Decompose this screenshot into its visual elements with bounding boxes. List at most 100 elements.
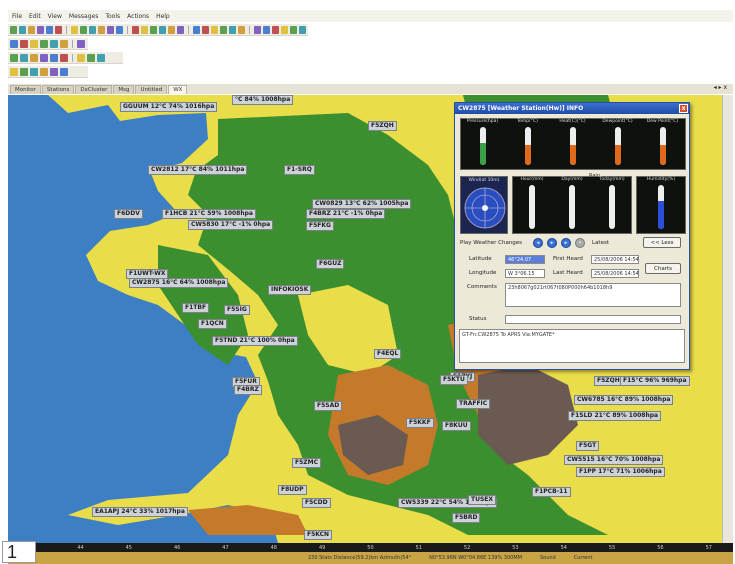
- station-label[interactable]: F5BRD: [452, 513, 481, 523]
- station-label[interactable]: F5CDD: [302, 498, 331, 508]
- map-view[interactable]: GGUUM 12°C 74% 1016hpa °C 84% 1008hpa F5ZQ…: [8, 95, 733, 543]
- toolbar-button-icon[interactable]: [77, 39, 85, 48]
- stop-button[interactable]: •: [575, 238, 585, 248]
- toolbar-button-icon[interactable]: [280, 25, 288, 34]
- toolbar-button-icon[interactable]: [158, 25, 166, 34]
- toolbar-button-icon[interactable]: [30, 67, 38, 76]
- menu-item-actions[interactable]: Actions: [127, 13, 149, 20]
- station-label[interactable]: F1HCB 21°C 59% 1008hpa: [162, 209, 256, 219]
- charts-button[interactable]: Charts: [645, 263, 681, 274]
- station-label[interactable]: CW5830 17°C -1% 0hpa: [188, 220, 274, 230]
- toolbar-button-icon[interactable]: [177, 25, 185, 34]
- station-label[interactable]: INFOKIOSK: [268, 285, 312, 295]
- station-label[interactable]: F15°C 96% 969hpa: [620, 376, 690, 386]
- station-label[interactable]: CW2812 17°C 84% 1011hpa: [148, 165, 248, 175]
- station-label[interactable]: F8UDP: [278, 485, 307, 495]
- toolbar-button-icon[interactable]: [87, 53, 95, 62]
- station-label[interactable]: CW6785 16°C 89% 1008hpa: [574, 395, 674, 405]
- tab-scroll-arrows[interactable]: ◂ ▸ x: [714, 84, 727, 91]
- station-label[interactable]: TRAFFIC: [456, 399, 491, 409]
- toolbar-button-icon[interactable]: [140, 25, 148, 34]
- toolbar-button-icon[interactable]: [40, 67, 48, 76]
- last-heard-field[interactable]: 25/08/2006 14:54: [591, 269, 639, 278]
- toolbar-button-icon[interactable]: [201, 25, 209, 34]
- toolbar-button-icon[interactable]: [40, 53, 48, 62]
- station-label[interactable]: F8KUU: [442, 421, 471, 431]
- toolbar-button-icon[interactable]: [168, 25, 176, 34]
- station-label[interactable]: EA1APJ 24°C 33% 1017hpa: [92, 507, 188, 517]
- toolbar-button-icon[interactable]: [50, 67, 58, 76]
- tab-stations[interactable]: Stations: [41, 85, 75, 94]
- toolbar-button-icon[interactable]: [271, 25, 279, 34]
- map-vertical-scrollbar[interactable]: [722, 95, 733, 543]
- toolbar-button-icon[interactable]: [19, 25, 27, 34]
- toolbar-button-icon[interactable]: [30, 39, 38, 48]
- menu-item-file[interactable]: File: [12, 13, 22, 20]
- toolbar-button-icon[interactable]: [107, 25, 115, 34]
- station-label[interactable]: F6DDV: [114, 209, 143, 219]
- toolbar-button-icon[interactable]: [192, 25, 200, 34]
- toolbar-button-icon[interactable]: [10, 39, 18, 48]
- toolbar-button-icon[interactable]: [289, 25, 297, 34]
- station-label[interactable]: F1SLD 21°C 89% 1008hpa: [568, 411, 662, 421]
- station-label[interactable]: F1TBF: [182, 303, 210, 313]
- toolbar-button-icon[interactable]: [210, 25, 218, 34]
- latitude-field[interactable]: 46°24.07: [505, 255, 545, 264]
- station-label[interactable]: F5SIG: [224, 305, 250, 315]
- first-heard-field[interactable]: 25/08/2006 14:54: [591, 255, 639, 264]
- station-label[interactable]: F1QCN: [198, 319, 227, 329]
- station-label[interactable]: F6GUZ: [316, 259, 345, 269]
- toolbar-button-icon[interactable]: [79, 25, 87, 34]
- station-label[interactable]: F4BRZ 21°C -1% 0hpa: [306, 209, 386, 219]
- play-button[interactable]: ▸: [547, 238, 557, 248]
- toolbar-button-icon[interactable]: [77, 53, 85, 62]
- forward-button[interactable]: ▸: [561, 238, 571, 248]
- station-label[interactable]: CW2875 16°C 64% 1008hpa: [129, 278, 229, 288]
- toolbar-button-icon[interactable]: [10, 25, 18, 34]
- menu-item-help[interactable]: Help: [156, 13, 170, 20]
- toolbar-button-icon[interactable]: [116, 25, 124, 34]
- station-label[interactable]: GGUUM 12°C 74% 1016hpa: [120, 102, 218, 112]
- menu-item-tools[interactable]: Tools: [105, 13, 120, 20]
- station-label[interactable]: F5SAD: [314, 401, 343, 411]
- station-label[interactable]: TUSEX: [468, 495, 497, 505]
- station-label[interactable]: F1-SRQ: [284, 165, 315, 175]
- toolbar-button-icon[interactable]: [20, 39, 28, 48]
- toolbar-button-icon[interactable]: [253, 25, 261, 34]
- station-label[interactable]: F4EQL: [374, 349, 402, 359]
- station-label[interactable]: F5ZQH: [368, 121, 397, 131]
- close-button[interactable]: x: [679, 104, 688, 113]
- toolbar-button-icon[interactable]: [149, 25, 157, 34]
- station-label[interactable]: F5KTU: [440, 375, 468, 385]
- toolbar-button-icon[interactable]: [30, 53, 38, 62]
- station-label[interactable]: °C 84% 1008hpa: [232, 95, 294, 105]
- tab-dxcluster[interactable]: DxCluster: [75, 85, 113, 94]
- toolbar-button-icon[interactable]: [37, 25, 45, 34]
- toolbar-button-icon[interactable]: [131, 25, 139, 34]
- station-label[interactable]: F5TND 21°C 100% 0hpa: [212, 336, 298, 346]
- station-label[interactable]: CW0829 13°C 62% 1005hpa: [312, 199, 412, 209]
- toolbar-button-icon[interactable]: [20, 67, 28, 76]
- station-label[interactable]: F4BRZ: [234, 385, 262, 395]
- toolbar-button-icon[interactable]: [60, 67, 68, 76]
- station-label[interactable]: F5ZQH: [594, 376, 623, 386]
- rewind-button[interactable]: ◂: [533, 238, 543, 248]
- toolbar-button-icon[interactable]: [70, 25, 78, 34]
- longitude-field[interactable]: W 3°06.15: [505, 269, 545, 278]
- station-label[interactable]: F5FKG: [306, 221, 334, 231]
- tab-monitor[interactable]: Monitor: [10, 85, 41, 94]
- toolbar-button-icon[interactable]: [97, 53, 105, 62]
- station-label[interactable]: F1PCB-11: [532, 487, 571, 497]
- tab-untitled[interactable]: Untitled: [135, 85, 168, 94]
- toolbar-button-icon[interactable]: [10, 67, 18, 76]
- toolbar-button-icon[interactable]: [60, 53, 68, 62]
- station-label[interactable]: F1PP 17°C 71% 1006hpa: [576, 467, 665, 477]
- toolbar-button-icon[interactable]: [98, 25, 106, 34]
- toolbar-button-icon[interactable]: [50, 39, 58, 48]
- dialog-title-bar[interactable]: CW2875 [Weather Station(Hw)] INFO x: [455, 103, 689, 114]
- menu-item-view[interactable]: View: [48, 13, 62, 20]
- station-label[interactable]: F5KKF: [406, 418, 434, 428]
- comments-field[interactable]: 23h8067g021rt067t080P000h64b1018h9: [505, 283, 681, 307]
- station-label[interactable]: F5KCN: [304, 530, 333, 540]
- toolbar-button-icon[interactable]: [40, 39, 48, 48]
